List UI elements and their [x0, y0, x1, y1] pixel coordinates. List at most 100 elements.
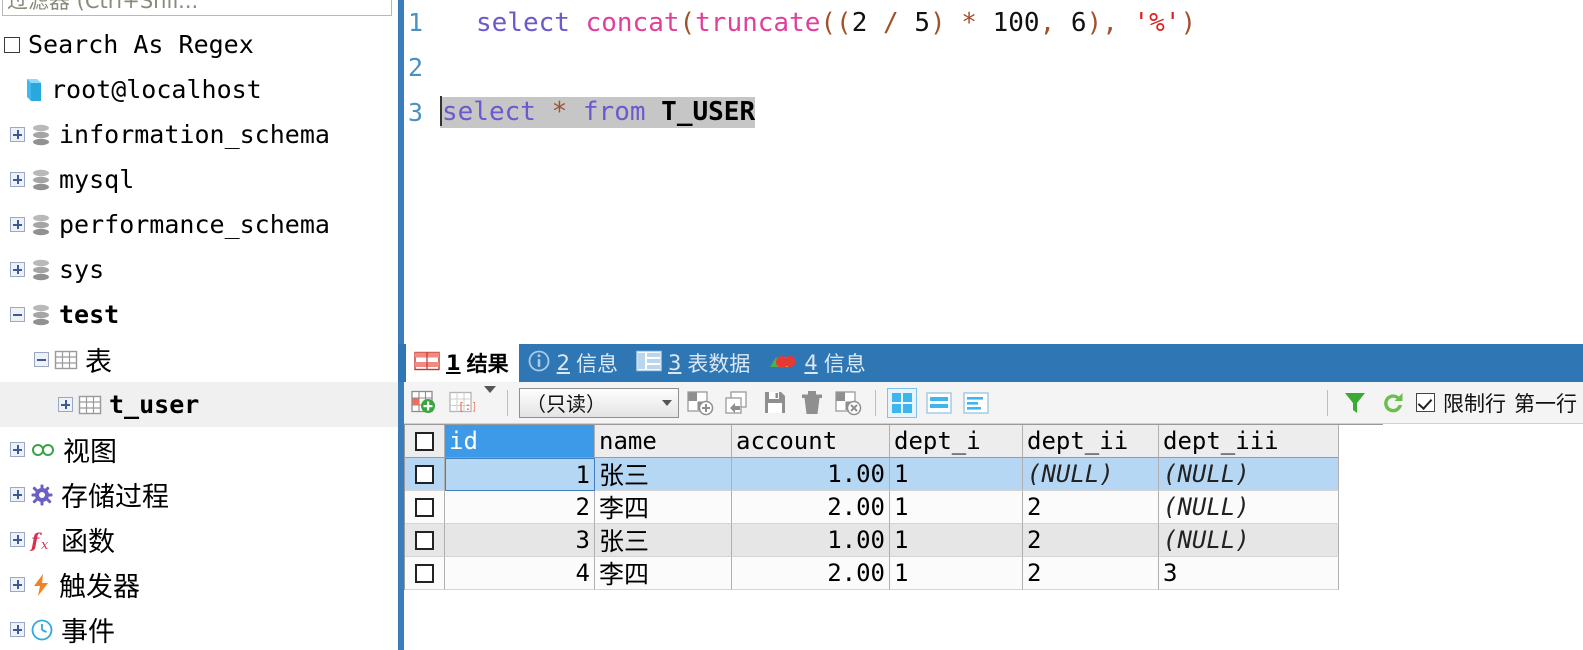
trigger-icon [30, 573, 52, 597]
tree-item-sys[interactable]: sys [0, 247, 398, 292]
tree-item-connection[interactable]: root@localhost [0, 67, 398, 112]
info-circle-icon [527, 349, 551, 378]
cell-dept_ii[interactable]: 2 [1023, 524, 1159, 557]
cell-account[interactable]: 1.00 [732, 458, 890, 491]
search-as-regex-row[interactable]: Search As Regex [0, 22, 398, 67]
expand-toggle[interactable] [10, 127, 25, 142]
filter-funnel-icon[interactable] [1340, 388, 1370, 418]
cell-dept_iii[interactable]: (NULL) [1159, 491, 1339, 524]
expand-toggle[interactable] [10, 217, 25, 232]
cell-dept_i[interactable]: 1 [890, 557, 1023, 590]
tab-result[interactable]: 1 结果 [406, 344, 519, 382]
save-icon[interactable] [760, 388, 790, 418]
column-header-name[interactable]: name [595, 425, 732, 458]
edit-mode-select[interactable]: （只读） [519, 387, 679, 418]
select-all-checkbox[interactable] [415, 431, 434, 451]
select-all-cell[interactable] [405, 425, 445, 458]
tree-item-tables-folder[interactable]: 表 [0, 337, 398, 382]
tree-item-t_user[interactable]: t_user [0, 382, 398, 427]
cell-dept_i[interactable]: 1 [890, 491, 1023, 524]
tab-info-2[interactable]: 2 信息 [519, 344, 628, 382]
row-select-cell[interactable] [405, 458, 445, 491]
cell-account[interactable]: 2.00 [732, 491, 890, 524]
row-checkbox[interactable] [415, 497, 434, 517]
cancel-edit-icon[interactable] [834, 388, 864, 418]
column-header-dept_i[interactable]: dept_i [890, 425, 1023, 458]
cell-name[interactable]: 张三 [595, 458, 732, 491]
tree-item-functions[interactable]: f x 函数 [0, 517, 398, 562]
expand-toggle[interactable] [10, 622, 25, 637]
tree-item-triggers[interactable]: 触发器 [0, 562, 398, 607]
tree-item-procedures[interactable]: 存储过程 [0, 472, 398, 517]
cell-dept_ii[interactable]: 2 [1023, 557, 1159, 590]
expand-toggle[interactable] [10, 172, 25, 187]
insert-null-icon[interactable]: [:] [447, 388, 477, 418]
cell-id[interactable]: 2 [445, 491, 595, 524]
table-row[interactable]: 2 李四 2.00 1 2 (NULL) [405, 491, 1383, 524]
expand-toggle[interactable] [10, 532, 25, 547]
expand-toggle[interactable] [10, 577, 25, 592]
tree-item-mysql[interactable]: mysql [0, 157, 398, 202]
tree-item-views[interactable]: 视图 [0, 427, 398, 472]
collapse-toggle[interactable] [10, 307, 25, 322]
chevron-down-icon[interactable] [484, 386, 496, 412]
expand-toggle[interactable] [10, 442, 25, 457]
cell-dept_iii[interactable]: (NULL) [1159, 524, 1339, 557]
cell-id[interactable]: 3 [445, 524, 595, 557]
delete-row-icon[interactable] [797, 388, 827, 418]
row-checkbox[interactable] [415, 563, 434, 583]
form-view-icon[interactable] [924, 388, 954, 418]
token-paren: ) [929, 7, 946, 38]
cell-id[interactable]: 1 [445, 458, 595, 491]
tree-item-test[interactable]: test [0, 292, 398, 337]
tree-item-performance_schema[interactable]: performance_schema [0, 202, 398, 247]
table-row[interactable]: 1 张三 1.00 1 (NULL) (NULL) [405, 458, 1383, 491]
cell-dept_iii[interactable]: (NULL) [1159, 458, 1339, 491]
expand-toggle[interactable] [10, 487, 25, 502]
tab-table-data-3[interactable]: 3 表数据 [628, 344, 760, 382]
result-grid[interactable]: id name account dept_i dept_ii dept_iii … [404, 424, 1383, 590]
tree-item-label: 触发器 [59, 572, 140, 603]
cell-name[interactable]: 张三 [595, 524, 732, 557]
table-row[interactable]: 3 张三 1.00 1 2 (NULL) [405, 524, 1383, 557]
refresh-icon[interactable] [1378, 388, 1408, 418]
expand-toggle[interactable] [4, 82, 19, 97]
row-select-cell[interactable] [405, 557, 445, 590]
cell-dept_i[interactable]: 1 [890, 524, 1023, 557]
expand-toggle[interactable] [58, 397, 73, 412]
column-header-account[interactable]: account [732, 425, 890, 458]
column-header-id[interactable]: id [445, 425, 595, 458]
cell-id[interactable]: 4 [445, 557, 595, 590]
text-view-icon[interactable] [961, 388, 991, 418]
filter-input[interactable]: 过滤器 (Ctrl+Shif... [2, 0, 392, 16]
tab-number: 2 [556, 351, 570, 375]
add-record-icon[interactable] [410, 388, 440, 418]
column-header-dept_iii[interactable]: dept_iii [1159, 425, 1339, 458]
tab-info-4[interactable]: 4 信息 [760, 344, 875, 382]
row-select-cell[interactable] [405, 524, 445, 557]
cell-account[interactable]: 2.00 [732, 557, 890, 590]
editor-line-3-code[interactable]: select * from T_USER [440, 95, 756, 128]
grid-view-icon[interactable] [887, 387, 917, 418]
row-checkbox[interactable] [415, 530, 434, 550]
collapse-toggle[interactable] [34, 352, 49, 367]
cell-dept_i[interactable]: 1 [890, 458, 1023, 491]
cell-dept_ii[interactable]: (NULL) [1023, 458, 1159, 491]
cell-dept_iii[interactable]: 3 [1159, 557, 1339, 590]
tree-item-information_schema[interactable]: information_schema [0, 112, 398, 157]
expand-toggle[interactable] [10, 262, 25, 277]
apply-changes-icon[interactable] [686, 388, 716, 418]
cell-dept_ii[interactable]: 2 [1023, 491, 1159, 524]
limit-rows-checkbox[interactable] [1416, 393, 1435, 412]
table-row[interactable]: 4 李四 2.00 1 2 3 [405, 557, 1383, 590]
cell-name[interactable]: 李四 [595, 491, 732, 524]
search-as-regex-checkbox[interactable] [4, 36, 20, 53]
row-checkbox[interactable] [415, 464, 434, 484]
sql-editor[interactable]: 1 select concat(truncate((2 / 5) * 100, … [404, 0, 1583, 336]
tree-item-events[interactable]: 事件 [0, 607, 398, 650]
cell-account[interactable]: 1.00 [732, 524, 890, 557]
column-header-dept_ii[interactable]: dept_ii [1023, 425, 1159, 458]
row-select-cell[interactable] [405, 491, 445, 524]
cell-name[interactable]: 李四 [595, 557, 732, 590]
revert-changes-icon[interactable] [723, 388, 753, 418]
